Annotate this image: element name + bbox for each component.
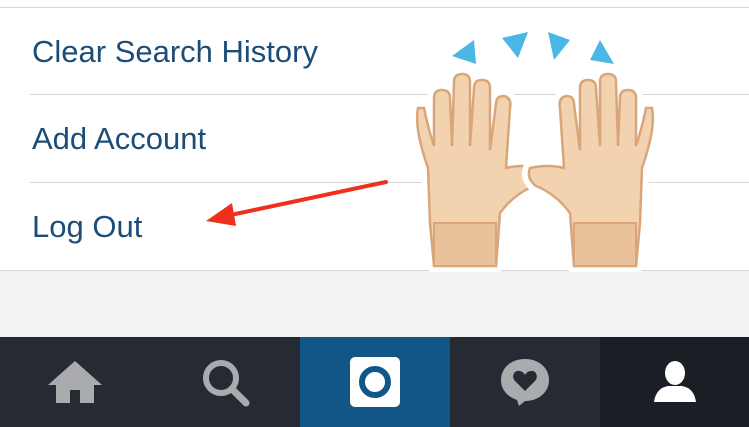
tab-profile[interactable] xyxy=(600,337,749,427)
tab-bar xyxy=(0,337,749,427)
raising-hands-emoji xyxy=(410,29,660,272)
camera-icon xyxy=(350,357,400,407)
activity-heart-icon xyxy=(501,359,549,406)
tab-search[interactable] xyxy=(150,337,300,427)
tab-home[interactable] xyxy=(0,337,150,427)
search-icon xyxy=(203,360,250,407)
profile-icon xyxy=(653,361,696,402)
home-icon xyxy=(48,361,102,403)
tab-activity[interactable] xyxy=(450,337,600,427)
tab-camera[interactable] xyxy=(300,337,450,427)
